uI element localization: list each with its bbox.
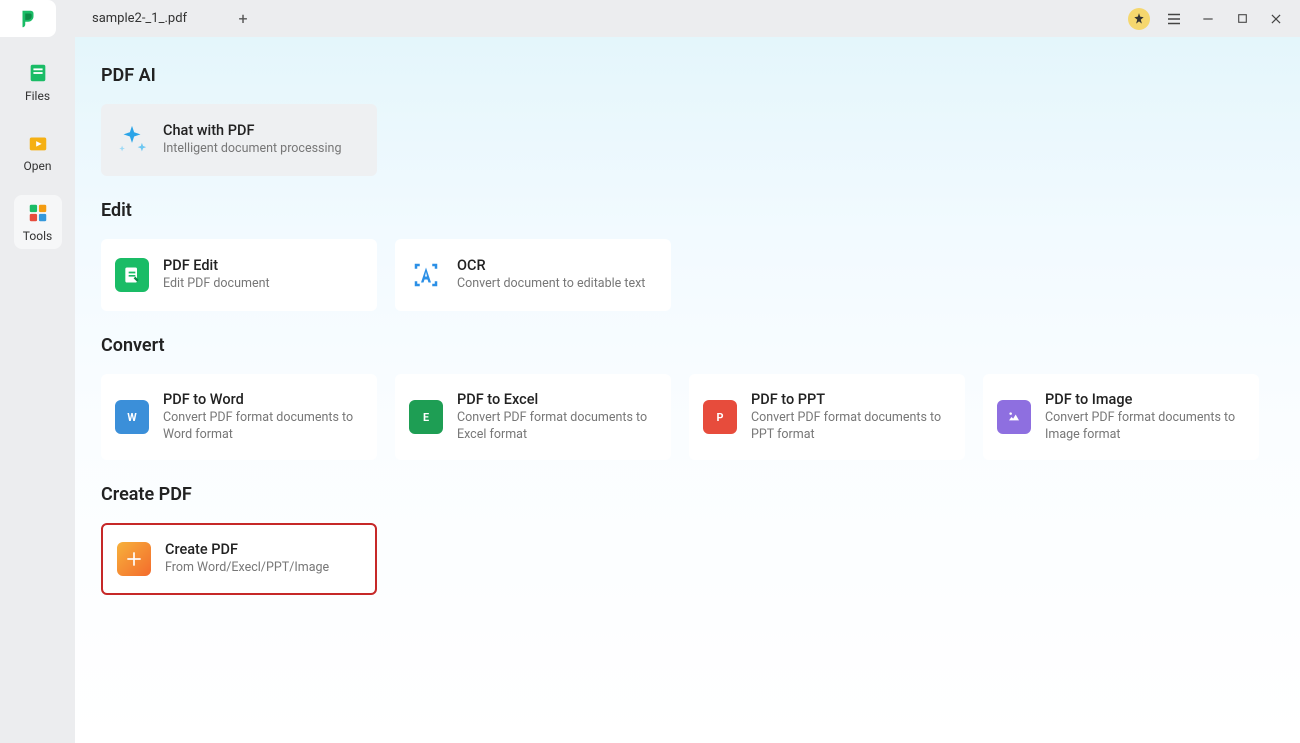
- card-pdf-edit[interactable]: PDF Edit Edit PDF document: [101, 239, 377, 311]
- pdf-edit-icon: [115, 258, 149, 292]
- tools-icon: [26, 201, 50, 225]
- new-tab-button[interactable]: +: [231, 9, 255, 28]
- excel-icon: E: [409, 400, 443, 434]
- hamburger-menu-icon[interactable]: [1164, 9, 1184, 29]
- card-pdf-to-ppt[interactable]: P PDF to PPT Convert PDF format document…: [689, 374, 965, 460]
- sidebar-item-open[interactable]: Open: [14, 125, 62, 179]
- card-title: Create PDF: [165, 541, 329, 558]
- files-icon: [26, 61, 50, 85]
- card-title: PDF to PPT: [751, 391, 951, 408]
- sparkle-icon: [115, 123, 149, 157]
- sidebar: Files Open Tools: [0, 37, 75, 743]
- card-pdf-to-word[interactable]: W PDF to Word Convert PDF format documen…: [101, 374, 377, 460]
- card-pdf-to-excel[interactable]: E PDF to Excel Convert PDF format docume…: [395, 374, 671, 460]
- card-desc: Edit PDF document: [163, 276, 270, 293]
- create-pdf-icon: [117, 542, 151, 576]
- document-tab[interactable]: sample2-_1_.pdf: [76, 4, 203, 34]
- card-pdf-to-image[interactable]: PDF to Image Convert PDF format document…: [983, 374, 1259, 460]
- ocr-icon: [409, 258, 443, 292]
- sidebar-item-label: Tools: [23, 229, 52, 243]
- card-desc: Intelligent document processing: [163, 141, 341, 158]
- section-heading-convert: Convert: [101, 335, 1274, 356]
- user-avatar-icon[interactable]: [1128, 8, 1150, 30]
- document-tab-title: sample2-_1_.pdf: [92, 11, 187, 26]
- maximize-icon[interactable]: [1232, 9, 1252, 29]
- section-heading-pdf-ai: PDF AI: [101, 65, 1274, 86]
- sidebar-item-files[interactable]: Files: [14, 55, 62, 109]
- word-icon: W: [115, 400, 149, 434]
- card-desc: Convert PDF format documents to Image fo…: [1045, 410, 1245, 444]
- minimize-icon[interactable]: [1198, 9, 1218, 29]
- card-desc: Convert PDF format documents to PPT form…: [751, 410, 951, 444]
- sidebar-item-label: Open: [24, 159, 52, 173]
- card-desc: Convert document to editable text: [457, 276, 645, 293]
- image-icon: [997, 400, 1031, 434]
- card-chat-with-pdf[interactable]: Chat with PDF Intelligent document proce…: [101, 104, 377, 176]
- card-title: PDF to Excel: [457, 391, 657, 408]
- card-title: PDF Edit: [163, 257, 270, 274]
- svg-text:W: W: [127, 411, 137, 424]
- sidebar-item-tools[interactable]: Tools: [14, 195, 62, 249]
- card-title: PDF to Word: [163, 391, 363, 408]
- main-content: PDF AI Chat with PDF Intelligent documen…: [75, 37, 1300, 743]
- svg-text:P: P: [717, 411, 724, 424]
- sidebar-item-label: Files: [25, 89, 50, 103]
- close-icon[interactable]: [1266, 9, 1286, 29]
- section-heading-edit: Edit: [101, 200, 1274, 221]
- ppt-icon: P: [703, 400, 737, 434]
- card-title: OCR: [457, 257, 645, 274]
- card-title: Chat with PDF: [163, 122, 341, 139]
- titlebar: sample2-_1_.pdf +: [0, 0, 1300, 37]
- card-desc: Convert PDF format documents to Excel fo…: [457, 410, 657, 444]
- card-desc: Convert PDF format documents to Word for…: [163, 410, 363, 444]
- card-desc: From Word/Execl/PPT/Image: [165, 560, 329, 577]
- section-heading-create: Create PDF: [101, 484, 1274, 505]
- card-ocr[interactable]: OCR Convert document to editable text: [395, 239, 671, 311]
- app-logo-icon: [0, 0, 56, 37]
- svg-text:E: E: [423, 411, 429, 424]
- open-icon: [26, 131, 50, 155]
- card-create-pdf[interactable]: Create PDF From Word/Execl/PPT/Image: [101, 523, 377, 595]
- card-title: PDF to Image: [1045, 391, 1245, 408]
